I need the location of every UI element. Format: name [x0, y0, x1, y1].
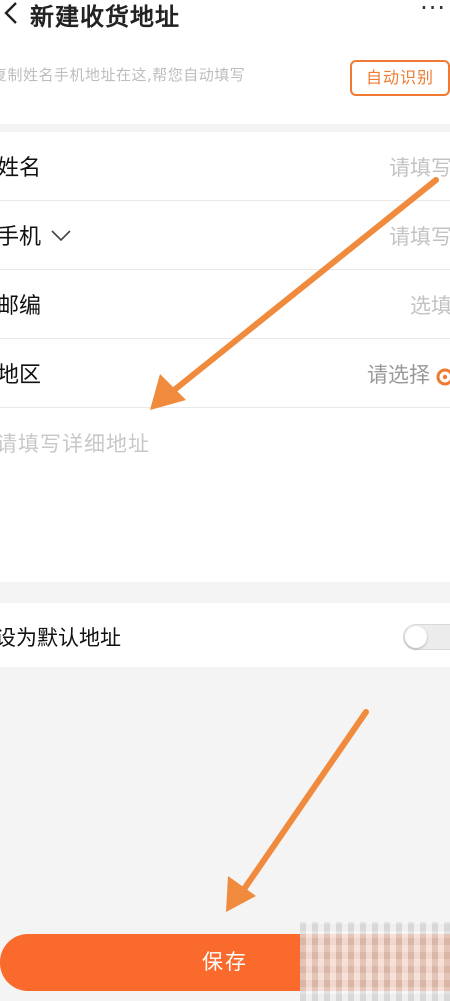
chevron-down-icon[interactable] — [50, 229, 72, 243]
name-input[interactable]: 请填写 — [389, 152, 450, 182]
phone-row[interactable]: 手机 请填写 — [0, 201, 450, 270]
default-address-row[interactable]: 设为默认地址 — [0, 603, 450, 667]
paste-area[interactable]: 复制姓名手机地址在这,帮您自动填写 自动识别 — [0, 36, 450, 124]
region-select[interactable]: 请选择 — [367, 359, 430, 389]
paste-hint-text: 复制姓名手机地址在这,帮您自动填写 — [0, 66, 246, 84]
more-options-icon[interactable]: ··· — [420, 0, 446, 22]
phone-input[interactable]: 请填写 — [389, 221, 450, 251]
phone-label: 手机 — [0, 225, 42, 250]
watermark-blur — [300, 922, 450, 1001]
back-arrow-icon[interactable] — [0, 0, 22, 30]
default-address-toggle[interactable] — [403, 624, 450, 650]
postcode-input[interactable]: 选填 — [410, 290, 450, 320]
region-label: 地区 — [0, 363, 42, 388]
postcode-label: 邮编 — [0, 294, 42, 319]
postcode-row[interactable]: 邮编 选填 — [0, 270, 450, 339]
header-bar: 新建收货地址 ··· — [0, 0, 450, 36]
annotation-arrow-icon — [226, 709, 369, 912]
name-label: 姓名 — [0, 156, 42, 181]
address-form: 姓名 请填写 手机 请填写 邮编 选填 地区 请选择 请填写详细地址 — [0, 132, 450, 582]
name-row[interactable]: 姓名 请填写 — [0, 132, 450, 201]
toggle-knob — [405, 626, 427, 648]
auto-recognize-button[interactable]: 自动识别 — [350, 60, 450, 96]
detail-address-input[interactable]: 请填写详细地址 — [0, 428, 150, 458]
location-icon[interactable] — [436, 368, 450, 386]
default-address-label: 设为默认地址 — [0, 626, 121, 650]
page-title: 新建收货地址 — [30, 3, 180, 31]
region-row[interactable]: 地区 请选择 — [0, 339, 450, 408]
